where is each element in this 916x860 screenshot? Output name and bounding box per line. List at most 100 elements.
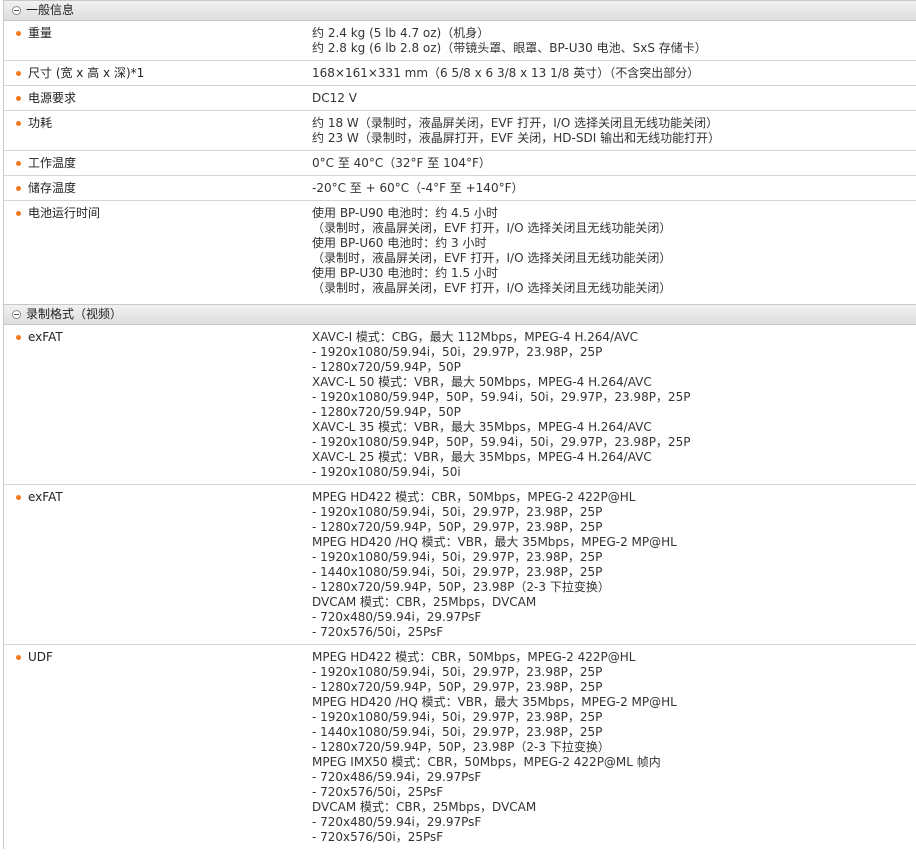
bullet-icon [16,96,21,101]
spec-value-line: - 1920x1080/59.94i，50i，29.97P，23.98P，25P [312,505,603,519]
spec-label: exFAT [4,330,311,480]
spec-row: 工作温度 0°C 至 40°C（32°F 至 104°F） [4,151,916,176]
bullet-icon [16,655,21,660]
spec-label: UDF [4,650,311,845]
spec-label: 重量 [4,26,311,56]
spec-value-line: - 1920x1080/59.94P，50P，59.94i，50i，29.97P… [312,390,691,404]
spec-label: 工作温度 [4,156,311,171]
spec-label: exFAT [4,490,311,640]
spec-value-line: DVCAM 模式：CBR，25Mbps，DVCAM [312,800,537,814]
bullet-icon [16,161,21,166]
spec-value-line: 使用 BP-U60 电池时：约 3 小时 [312,236,487,250]
spec-value-line: - 1280x720/59.94P，50P [312,405,461,419]
spec-value-line: - 1920x1080/59.94i，50i，29.97P，23.98P，25P [312,345,603,359]
spec-value-line: - 1440x1080/59.94i，50i，29.97P，23.98P，25P [312,725,603,739]
spec-value-line: - 1920x1080/59.94i，50i，29.97P，23.98P，25P [312,710,603,724]
section-header[interactable]: 录制格式（视频） [4,304,916,325]
spec-value-line: - 1920x1080/59.94i，50i [312,465,461,479]
section-header[interactable]: 一般信息 [4,0,916,21]
spec-row: 储存温度 -20°C 至 + 60°C（-4°F 至 +140°F） [4,176,916,201]
spec-value-line: XAVC-L 25 模式：VBR，最大 35Mbps，MPEG-4 H.264/… [312,450,652,464]
spec-value-line: - 1920x1080/59.94i，50i，29.97P，23.98P，25P [312,550,603,564]
spec-label: 功耗 [4,116,311,146]
spec-row: exFAT MPEG HD422 模式：CBR，50Mbps，MPEG-2 422… [4,485,916,645]
spec-value-line: MPEG HD422 模式：CBR，50Mbps，MPEG-2 422P@HL [312,490,636,504]
spec-label-text: 工作温度 [28,156,77,170]
bullet-icon [16,31,21,36]
spec-label-text: 重量 [28,26,53,40]
spec-value: 0°C 至 40°C（32°F 至 104°F） [311,156,916,171]
spec-label-text: exFAT [28,490,63,504]
collapse-minus-icon[interactable] [12,6,21,15]
spec-value: MPEG HD422 模式：CBR，50Mbps，MPEG-2 422P@HL -… [311,490,916,640]
bullet-icon [16,211,21,216]
spec-value-line: - 720x480/59.94i，29.97PsF [312,815,482,829]
spec-value-line: 约 2.4 kg (5 lb 4.7 oz)（机身） [312,26,490,40]
spec-value-line: 约 18 W（录制时，液晶屏关闭，EVF 打开，I/O 选择关闭且无线功能关闭） [312,116,719,130]
spec-value-line: XAVC-I 模式：CBG，最大 112Mbps，MPEG-4 H.264/AV… [312,330,639,344]
spec-value-line: 使用 BP-U30 电池时：约 1.5 小时 [312,266,498,280]
bullet-icon [16,121,21,126]
spec-label-text: 功耗 [28,116,53,130]
spec-value-line: - 720x576/50i，25PsF [312,830,444,844]
spec-value-line: DC12 V [312,91,357,105]
section-body: exFAT XAVC-I 模式：CBG，最大 112Mbps，MPEG-4 H.2… [4,325,916,849]
spec-value-line: - 1280x720/59.94P，50P，23.98P（2-3 下拉变换） [312,740,610,754]
bullet-icon [16,335,21,340]
spec-label-text: exFAT [28,330,63,344]
spec-value-line: （录制时，液晶屏关闭，EVF 打开，I/O 选择关闭且无线功能关闭） [312,221,672,235]
spec-value-line: 使用 BP-U90 电池时：约 4.5 小时 [312,206,498,220]
spec-value-line: 0°C 至 40°C（32°F 至 104°F） [312,156,491,170]
spec-value-line: -20°C 至 + 60°C（-4°F 至 +140°F） [312,181,524,195]
spec-value-line: 约 2.8 kg (6 lb 2.8 oz)（带镜头罩、眼罩、BP-U30 电池… [312,41,707,55]
spec-table: 一般信息重量 约 2.4 kg (5 lb 4.7 oz)（机身）约 2.8 kg… [3,0,916,849]
spec-label: 尺寸 (宽 x 高 x 深)*1 [4,66,311,81]
spec-value-line: - 1280x720/59.94P，50P，23.98P（2-3 下拉变换） [312,580,610,594]
spec-value-line: MPEG HD420 /HQ 模式：VBR，最大 35Mbps，MPEG-2 M… [312,695,677,709]
spec-label: 电源要求 [4,91,311,106]
spec-value: MPEG HD422 模式：CBR，50Mbps，MPEG-2 422P@HL -… [311,650,916,845]
section-title: 一般信息 [26,3,75,17]
spec-value-line: - 1440x1080/59.94i，50i，29.97P，23.98P，25P [312,565,603,579]
spec-row: 电源要求 DC12 V [4,86,916,111]
spec-value-line: 约 23 W（录制时，液晶屏打开，EVF 关闭，HD-SDI 输出和无线功能打开… [312,131,721,145]
spec-row: exFAT XAVC-I 模式：CBG，最大 112Mbps，MPEG-4 H.2… [4,325,916,485]
spec-value: -20°C 至 + 60°C（-4°F 至 +140°F） [311,181,916,196]
spec-value-line: MPEG HD422 模式：CBR，50Mbps，MPEG-2 422P@HL [312,650,636,664]
spec-value-line: DVCAM 模式：CBR，25Mbps，DVCAM [312,595,537,609]
spec-value-line: XAVC-L 35 模式：VBR，最大 35Mbps，MPEG-4 H.264/… [312,420,652,434]
spec-row: 重量 约 2.4 kg (5 lb 4.7 oz)（机身）约 2.8 kg (6 … [4,21,916,61]
spec-value-line: - 720x486/59.94i，29.97PsF [312,770,482,784]
collapse-minus-icon[interactable] [12,310,21,319]
spec-label-text: 储存温度 [28,181,77,195]
spec-value-line: （录制时，液晶屏关闭，EVF 打开，I/O 选择关闭且无线功能关闭） [312,251,672,265]
spec-value-line: MPEG HD420 /HQ 模式：VBR，最大 35Mbps，MPEG-2 M… [312,535,677,549]
spec-row: 尺寸 (宽 x 高 x 深)*1 168×161×331 mm（6 5/8 x 6… [4,61,916,86]
spec-value-line: - 1280x720/59.94P，50P，29.97P，23.98P，25P [312,680,603,694]
spec-value-line: （录制时，液晶屏关闭，EVF 打开，I/O 选择关闭且无线功能关闭） [312,281,672,295]
spec-label-text: UDF [28,650,53,664]
spec-value-line: - 720x576/50i，25PsF [312,785,444,799]
spec-value-line: - 720x480/59.94i，29.97PsF [312,610,482,624]
spec-value-line: - 720x576/50i，25PsF [312,625,444,639]
bullet-icon [16,186,21,191]
spec-value-line: XAVC-L 50 模式：VBR，最大 50Mbps，MPEG-4 H.264/… [312,375,652,389]
spec-value-line: MPEG IMX50 模式：CBR，50Mbps，MPEG-2 422P@ML … [312,755,661,769]
spec-value: 约 2.4 kg (5 lb 4.7 oz)（机身）约 2.8 kg (6 lb… [311,26,916,56]
spec-label-text: 电源要求 [28,91,77,105]
spec-label-text: 电池运行时间 [28,206,101,220]
spec-value: XAVC-I 模式：CBG，最大 112Mbps，MPEG-4 H.264/AV… [311,330,916,480]
spec-row: 电池运行时间 使用 BP-U90 电池时：约 4.5 小时 （录制时，液晶屏关闭，E… [4,201,916,300]
spec-label: 电池运行时间 [4,206,311,296]
section-title: 录制格式（视频） [26,307,123,321]
bullet-icon [16,71,21,76]
spec-value: 168×161×331 mm（6 5/8 x 6 3/8 x 13 1/8 英寸… [311,66,916,81]
spec-value-line: - 1280x720/59.94P，50P [312,360,461,374]
spec-value-line: 168×161×331 mm（6 5/8 x 6 3/8 x 13 1/8 英寸… [312,66,700,80]
spec-value: 使用 BP-U90 电池时：约 4.5 小时 （录制时，液晶屏关闭，EVF 打开，… [311,206,916,296]
spec-label: 储存温度 [4,181,311,196]
spec-row: UDF MPEG HD422 模式：CBR，50Mbps，MPEG-2 422P@… [4,645,916,849]
spec-value-line: - 1920x1080/59.94P，50P，59.94i，50i，29.97P… [312,435,691,449]
spec-value-line: - 1920x1080/59.94i，50i，29.97P，23.98P，25P [312,665,603,679]
bullet-icon [16,495,21,500]
